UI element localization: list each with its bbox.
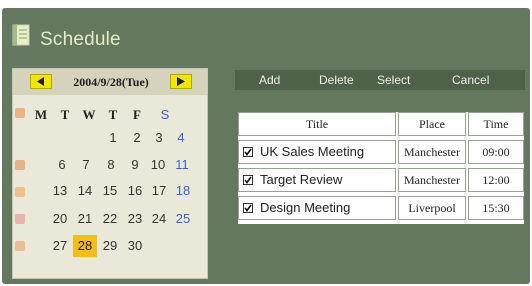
calendar-day[interactable]: 30 — [123, 235, 147, 257]
column-header-title: Title — [238, 112, 396, 136]
calendar-day[interactable]: 10 — [146, 154, 170, 176]
column-header-place: Place — [398, 112, 466, 136]
weekday-header: W — [82, 107, 96, 122]
calendar-day[interactable]: 15 — [98, 180, 122, 202]
row-checkbox[interactable] — [243, 147, 253, 157]
table-row-title: Target Review — [238, 168, 396, 192]
calendar-day[interactable]: 17 — [147, 180, 171, 202]
calendar-day[interactable]: 6 — [50, 154, 74, 176]
calendar-day[interactable]: 23 — [123, 208, 147, 230]
checkmark-icon — [244, 176, 252, 184]
calendar-day[interactable]: 14 — [73, 180, 97, 202]
calendar-day[interactable]: 25 — [171, 208, 195, 230]
left-arrow-icon — [37, 77, 44, 86]
action-toolbar: Add Delete Select Cancel — [235, 70, 525, 90]
row-time: 12:00 — [468, 168, 524, 192]
add-button[interactable]: Add — [259, 73, 280, 87]
checkmark-icon — [244, 148, 252, 156]
calendar-day[interactable]: 3 — [147, 127, 171, 149]
table-row-title: UK Sales Meeting — [238, 140, 396, 164]
calendar-day[interactable]: 9 — [123, 154, 147, 176]
calendar-day[interactable]: 21 — [73, 208, 97, 230]
right-arrow-icon — [177, 77, 185, 86]
weekday-header: T — [60, 107, 70, 122]
weekday-header: F — [133, 107, 141, 122]
next-month-button[interactable] — [170, 74, 192, 89]
calendar-day[interactable]: 13 — [48, 180, 72, 202]
calendar-day[interactable]: 7 — [74, 154, 98, 176]
stripe-sun-icon — [15, 241, 25, 251]
checkmark-icon — [244, 204, 252, 212]
row-title-text[interactable]: UK Sales Meeting — [260, 141, 364, 163]
delete-button[interactable]: Delete — [319, 73, 354, 87]
calendar-day[interactable]: 4 — [169, 127, 193, 149]
calendar-date-label: 2004/9/28(Tue) — [73, 75, 149, 89]
calendar-day[interactable]: 16 — [123, 180, 147, 202]
schedule-table: Title Place Time UK Sales Meeting Manche… — [238, 112, 524, 224]
calendar-day[interactable]: 22 — [98, 208, 122, 230]
stripe-sun-icon — [15, 214, 25, 224]
weekday-header: T — [108, 107, 118, 122]
calendar-header: 2004/9/28(Tue) — [13, 69, 207, 95]
calendar-day-selected[interactable]: 28 — [73, 235, 97, 257]
weekday-header: S — [160, 107, 170, 122]
calendar-day[interactable]: 8 — [99, 154, 123, 176]
calendar-day[interactable]: 24 — [147, 208, 171, 230]
prev-month-button[interactable] — [30, 74, 52, 89]
calendar-day[interactable]: 11 — [170, 154, 194, 176]
schedule-panel: Schedule 2004/9/28(Tue) M T W T F S 1 2 … — [2, 8, 530, 284]
calendar-side-stripe — [13, 96, 27, 278]
weekday-header: M — [34, 107, 48, 122]
calendar-day[interactable]: 29 — [98, 235, 122, 257]
cancel-button[interactable]: Cancel — [452, 73, 489, 87]
stripe-sun-icon — [15, 108, 25, 118]
row-place: Manchester — [398, 140, 466, 164]
calendar-book-icon — [12, 24, 30, 46]
stripe-sun-icon — [15, 187, 25, 197]
row-place: Manchester — [398, 168, 466, 192]
stripe-sun-icon — [15, 160, 25, 170]
calendar-day[interactable]: 2 — [125, 127, 149, 149]
row-checkbox[interactable] — [243, 203, 253, 213]
schedule-app: Schedule 2004/9/28(Tue) M T W T F S 1 2 … — [0, 0, 532, 286]
row-time: 15:30 — [468, 196, 524, 220]
table-row-title: Design Meeting — [238, 196, 396, 220]
row-checkbox[interactable] — [243, 175, 253, 185]
mini-calendar: 2004/9/28(Tue) M T W T F S 1 2 3 4 6 7 8… — [12, 68, 208, 279]
row-time: 09:00 — [468, 140, 524, 164]
column-header-time: Time — [468, 112, 524, 136]
calendar-day[interactable]: 18 — [171, 180, 195, 202]
calendar-day[interactable]: 1 — [101, 127, 125, 149]
row-title-text[interactable]: Target Review — [260, 169, 342, 191]
select-button[interactable]: Select — [377, 73, 410, 87]
calendar-day[interactable]: 27 — [48, 235, 72, 257]
calendar-day[interactable]: 20 — [48, 208, 72, 230]
page-title: Schedule — [40, 29, 121, 50]
row-title-text[interactable]: Design Meeting — [260, 197, 350, 219]
row-place: Liverpool — [398, 196, 466, 220]
